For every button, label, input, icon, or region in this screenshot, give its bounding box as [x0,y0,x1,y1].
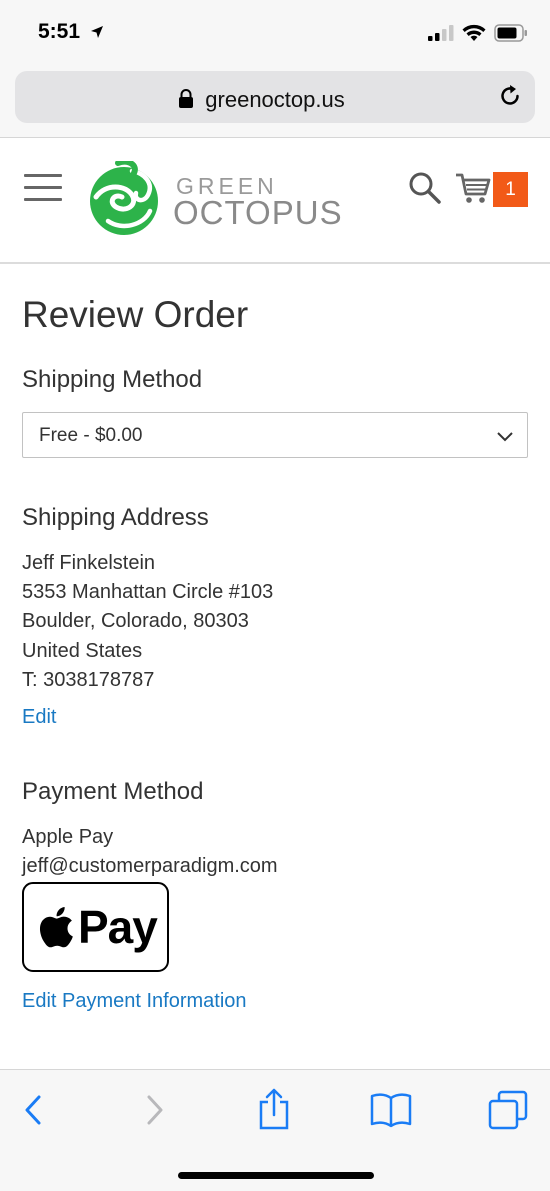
cart-count-badge[interactable]: 1 [493,172,528,207]
back-icon[interactable] [20,1092,46,1133]
wifi-icon [462,24,486,47]
site-header: GREEN OCTOPUS 1 [0,139,550,264]
battery-icon [494,24,528,47]
octopus-logo-icon[interactable] [88,158,162,242]
url-field[interactable]: greenoctop.us [15,71,535,123]
shipping-method-value: Free - $0.00 [39,425,143,446]
status-bar: 5:51 [0,0,550,66]
status-indicators [428,24,528,47]
address-phone: T: 3038178787 [22,669,155,691]
edit-address-link[interactable]: Edit [22,706,56,729]
forward-icon[interactable] [142,1092,168,1133]
bookmarks-icon[interactable] [370,1092,412,1133]
menu-icon[interactable] [24,174,62,202]
apple-pay-badge-text: Pay [78,901,158,953]
home-indicator[interactable] [178,1172,374,1179]
address-street: 5353 Manhattan Circle #103 [22,581,274,603]
apple-logo-icon [38,906,74,953]
url-text: greenoctop.us [205,87,345,112]
payment-email: jeff@customerparadigm.com [22,855,278,877]
logo-text-octopus: OCTOPUS [173,194,343,231]
reload-icon[interactable] [497,83,523,114]
share-icon[interactable] [256,1088,292,1135]
edit-payment-link[interactable]: Edit Payment Information [22,990,247,1013]
chevron-down-icon [496,429,514,447]
shipping-address-heading: Shipping Address [22,504,209,531]
payment-method-heading: Payment Method [22,778,204,805]
payment-method-name: Apple Pay [22,826,114,848]
address-city: Boulder, Colorado, 80303 [22,610,249,632]
tabs-icon[interactable] [488,1090,528,1135]
shipping-method-select[interactable]: Free - $0.00 [22,412,528,458]
status-time: 5:51 [38,20,81,43]
apple-pay-badge: Pay [22,882,169,972]
search-icon[interactable] [408,171,442,210]
address-name: Jeff Finkelstein [22,552,156,574]
shipping-method-heading: Shipping Method [22,366,203,393]
browser-address-bar: greenoctop.us [0,66,550,138]
signal-icon [428,25,454,46]
location-arrow-icon [90,25,104,44]
address-country: United States [22,640,143,662]
cart-icon[interactable] [455,172,491,209]
page-title: Review Order [22,294,249,335]
